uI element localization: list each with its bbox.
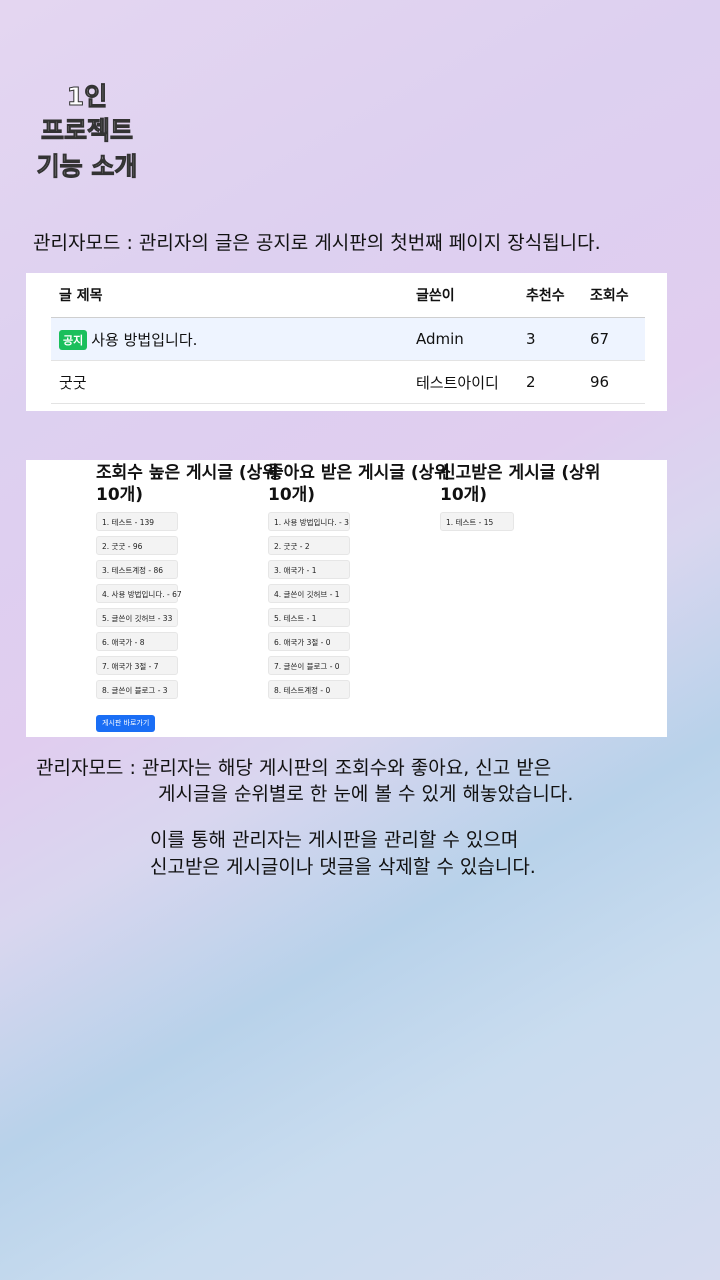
list-item[interactable]: 6. 애국가 3절 - 0 xyxy=(268,632,350,651)
list-item[interactable]: 2. 굿굿 - 96 xyxy=(96,536,178,555)
section3-line-1: 관리자모드 : 관리자는 해당 게시판의 조회수와 좋아요, 신고 받은 xyxy=(36,757,552,779)
table-row[interactable]: 굿굿 테스트아이디 2 96 xyxy=(51,361,645,404)
header-likes: 추천수 xyxy=(526,288,565,304)
page-title: 1인 프로젝트 기능 소개 xyxy=(28,80,146,184)
section3-line-3: 이를 통해 관리자는 게시판을 관리할 수 있으며 xyxy=(150,829,519,851)
most-liked-heading: 좋아요 받은 게시글 (상위 10개) xyxy=(268,463,450,505)
section3-line-4: 신고받은 게시글이나 댓글을 삭제할 수 있습니다. xyxy=(150,856,536,878)
post-likes: 3 xyxy=(526,330,536,348)
board-table: 글 제목 글쓴이 추천수 조회수 공지 사용 방법입니다. Admin 3 67 … xyxy=(51,273,645,404)
notice-badge: 공지 xyxy=(59,329,88,350)
list-item[interactable]: 7. 글쓴이 블로그 - 0 xyxy=(268,656,350,675)
most-liked-column: 좋아요 받은 게시글 (상위 10개) 1. 사용 방법입니다. - 3 2. 굿… xyxy=(268,462,450,704)
list-item[interactable]: 4. 글쓴이 깃허브 - 1 xyxy=(268,584,350,603)
list-item[interactable]: 4. 사용 방법입니다. - 67 xyxy=(96,584,182,603)
header-author: 글쓴이 xyxy=(416,288,455,304)
most-viewed-list: 1. 테스트 - 139 2. 굿굿 - 96 3. 테스트계정 - 86 4.… xyxy=(96,512,268,699)
header-title: 글 제목 xyxy=(59,288,103,304)
title-line-2: 프로젝트 xyxy=(40,116,133,146)
list-item[interactable]: 5. 테스트 - 1 xyxy=(268,608,350,627)
section3-summary: 이를 통해 관리자는 게시판을 관리할 수 있으며 신고받은 게시글이나 댓글을… xyxy=(150,827,536,881)
most-reported-column: 신고받은 게시글 (상위 10개) 1. 테스트 - 15 xyxy=(440,462,612,536)
title-line-1: 1인 xyxy=(66,82,108,112)
section3-description: 관리자모드 : 관리자는 해당 게시판의 조회수와 좋아요, 신고 받은 게시글… xyxy=(36,755,573,807)
list-item[interactable]: 6. 애국가 - 8 xyxy=(96,632,178,651)
most-viewed-heading: 조회수 높은 게시글 (상위 10개) xyxy=(96,463,278,505)
list-item[interactable]: 8. 테스트계정 - 0 xyxy=(268,680,350,699)
header-views: 조회수 xyxy=(590,288,629,304)
list-item[interactable]: 8. 글쓴이 블로그 - 3 xyxy=(96,680,178,699)
table-header-row: 글 제목 글쓴이 추천수 조회수 xyxy=(51,273,645,318)
section3-line-2: 게시글을 순위별로 한 눈에 볼 수 있게 해놓았습니다. xyxy=(158,783,574,805)
most-reported-list: 1. 테스트 - 15 xyxy=(440,512,612,531)
most-viewed-column: 조회수 높은 게시글 (상위 10개) 1. 테스트 - 139 2. 굿굿 - … xyxy=(96,462,278,704)
post-author: Admin xyxy=(416,330,464,348)
list-item[interactable]: 3. 테스트계정 - 86 xyxy=(96,560,178,579)
list-item[interactable]: 7. 애국가 3절 - 7 xyxy=(96,656,178,675)
list-item[interactable]: 2. 굿굿 - 2 xyxy=(268,536,350,555)
section1-description: 관리자모드 : 관리자의 글은 공지로 게시판의 첫번째 페이지 장식됩니다. xyxy=(33,232,601,254)
list-item[interactable]: 5. 글쓴이 깃허브 - 33 xyxy=(96,608,178,627)
post-likes: 2 xyxy=(526,373,536,391)
post-title-link[interactable]: 사용 방법입니다. xyxy=(91,331,197,349)
title-line-3: 기능 소개 xyxy=(36,152,138,182)
post-views: 67 xyxy=(590,330,610,348)
list-item[interactable]: 3. 애국가 - 1 xyxy=(268,560,350,579)
most-reported-heading: 신고받은 게시글 (상위 10개) xyxy=(440,463,601,505)
table-row[interactable]: 공지 사용 방법입니다. Admin 3 67 xyxy=(51,318,645,361)
post-title-link[interactable]: 굿굿 xyxy=(59,374,87,392)
most-liked-list: 1. 사용 방법입니다. - 3 2. 굿굿 - 2 3. 애국가 - 1 4.… xyxy=(268,512,440,699)
post-views: 96 xyxy=(590,373,610,391)
list-item[interactable]: 1. 테스트 - 139 xyxy=(96,512,178,531)
list-item[interactable]: 1. 사용 방법입니다. - 3 xyxy=(268,512,350,531)
board-screenshot-panel: 글 제목 글쓴이 추천수 조회수 공지 사용 방법입니다. Admin 3 67 … xyxy=(26,273,667,411)
post-author: 테스트아이디 xyxy=(416,373,499,392)
ranking-screenshot-panel: 조회수 높은 게시글 (상위 10개) 1. 테스트 - 139 2. 굿굿 - … xyxy=(26,460,667,737)
list-item[interactable]: 1. 테스트 - 15 xyxy=(440,512,514,531)
go-to-board-button[interactable]: 게시판 바로가기 xyxy=(96,715,156,732)
